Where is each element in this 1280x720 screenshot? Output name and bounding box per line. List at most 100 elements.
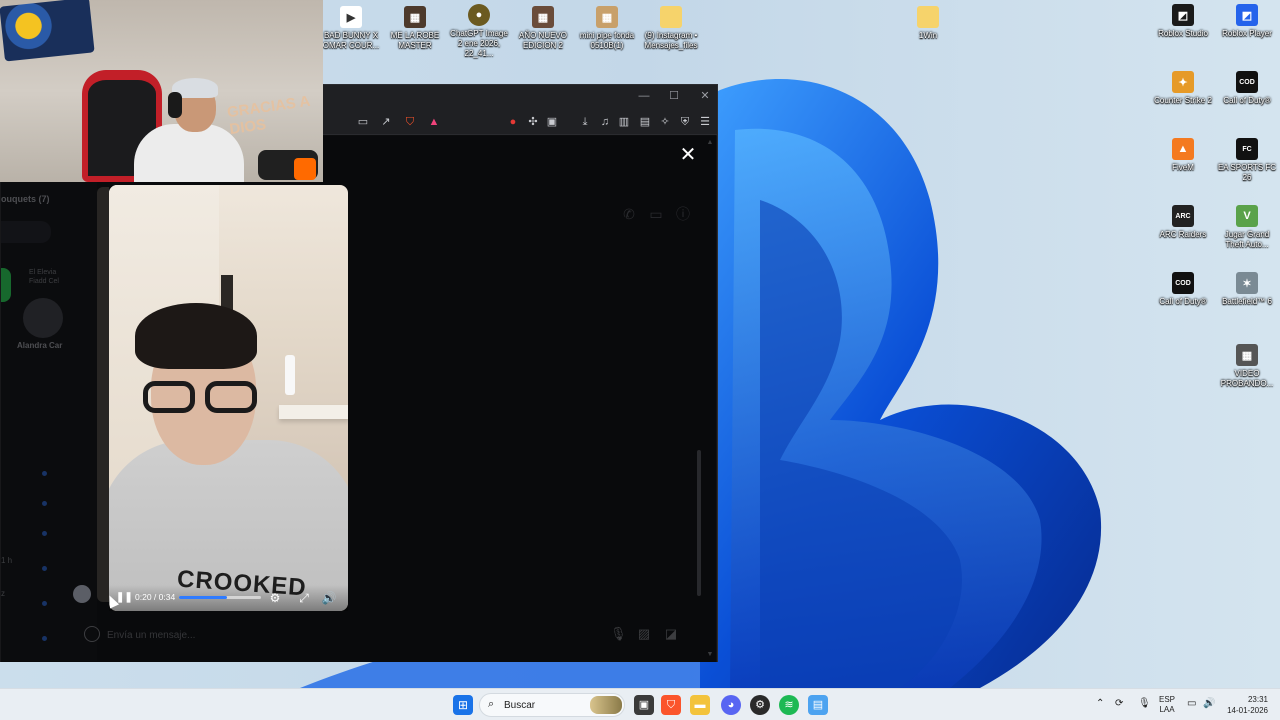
call-of-duty-icon: COD [1172, 272, 1194, 294]
previous-media-edge[interactable] [97, 187, 109, 602]
wall-poster [0, 0, 95, 62]
task-view-icon[interactable]: ▣ [634, 695, 654, 715]
close-overlay-button[interactable]: ✕ [678, 145, 698, 165]
headset [168, 92, 182, 118]
cast-icon[interactable]: ▭ [355, 114, 371, 130]
desktop-icon-label: Call of Duty® [1223, 96, 1271, 105]
ea-sports-icon: FC [1236, 138, 1258, 160]
desktop-icon[interactable]: ● ChatGPT Image 2 ene 2026, 22_41... [448, 4, 510, 59]
extensions-icon[interactable]: ✣ [525, 114, 541, 130]
search-highlight-thumb[interactable] [590, 696, 622, 714]
maximize-icon[interactable]: ☐ [667, 89, 681, 103]
brave-browser-icon[interactable]: ⛉ [661, 695, 681, 715]
leo-ai-icon[interactable]: ✧ [657, 114, 673, 130]
desktop-icon[interactable]: FC EA SPORTS FC 26 [1216, 138, 1278, 183]
start-windows-icon[interactable]: ⊞ [453, 695, 473, 715]
desktop-icon[interactable]: ▦ VIDEO PROBANDO... [1216, 344, 1278, 389]
settings-gear-icon[interactable]: ⚙ [267, 590, 283, 606]
desktop-icon[interactable]: 1Win [897, 6, 959, 41]
steam-icon[interactable]: ⚙ [750, 695, 770, 715]
spotify-icon[interactable]: ≋ [779, 695, 799, 715]
desktop-icon-label: Roblox Studio [1158, 29, 1208, 38]
wall-text: GRACIAS A DIOS [226, 92, 311, 139]
desktop-icon[interactable]: COD Call of Duty® [1216, 71, 1278, 106]
language-indicator[interactable]: ESP LAA [1159, 695, 1175, 715]
minimize-icon[interactable]: — [637, 89, 651, 103]
fivem-icon: ▲ [1172, 138, 1194, 160]
taskbar-search[interactable]: ⌕ [479, 693, 625, 717]
file-explorer-icon[interactable]: ▬ [690, 695, 710, 715]
desktop-icon[interactable]: ▦ AÑO NUEVO EDICION 2 [512, 6, 574, 51]
show-hidden-icons-icon[interactable]: ⌃ [1096, 698, 1104, 709]
desktop-icon[interactable]: ✦ Counter Strike 2 [1152, 71, 1214, 106]
wallet-icon[interactable]: ▤ [637, 114, 653, 130]
streamer-shirt [134, 124, 244, 182]
webcam-overlay: GRACIAS A DIOS [0, 0, 323, 182]
desktop-icon[interactable]: ◩ Roblox Player [1216, 4, 1278, 39]
video-file-icon: ▶ [340, 6, 362, 28]
desktop-icon[interactable]: ARC ARC Raiders [1152, 205, 1214, 240]
brave-shields-icon[interactable]: ⛉ [402, 114, 418, 130]
desktop-icon[interactable]: ◩ Roblox Studio [1152, 4, 1214, 39]
sync-icon[interactable]: ⟳ [1115, 698, 1123, 709]
microphone-tray-icon[interactable]: 🎙 [1138, 698, 1151, 709]
desktop-icon-label: FiveM [1172, 163, 1194, 172]
desktop-icon[interactable]: V Jugar Grand Theft Auto... [1216, 205, 1278, 250]
counter-strike-icon: ✦ [1172, 71, 1194, 93]
desktop-icon-label: Battlefield™ 6 [1222, 297, 1272, 306]
search-input[interactable] [504, 697, 584, 713]
image-file-icon: ▦ [596, 6, 618, 28]
battlefield-icon: ✶ [1236, 272, 1258, 294]
desktop-icon-label: ME LA ROBE MASTER [390, 31, 440, 50]
volume-icon[interactable]: 🔊 [321, 590, 337, 606]
desktop-icon-label: VIDEO PROBANDO... [1220, 369, 1274, 388]
clock-date: 14-01-2026 [1227, 706, 1268, 715]
music-icon[interactable]: ♫ [597, 114, 613, 130]
arc-raiders-icon: ARC [1172, 205, 1194, 227]
record-icon[interactable]: ● [505, 114, 521, 130]
keyboard-layout: LAA [1159, 705, 1175, 714]
desktop-icon-label: EA SPORTS FC 26 [1217, 163, 1277, 182]
desktop-icon[interactable]: ▦ mini pipe fonda 0510B(1) [576, 6, 638, 51]
video-controls: ❚❚ 0:20 / 0:34 ⚙ ⤢ 🔊 [109, 585, 348, 611]
sidebar-icon[interactable]: ▥ [616, 114, 632, 130]
image-file-icon: ● [468, 4, 490, 26]
desktop-icon-label: (9) Instagram • Mensajes_files [644, 31, 698, 50]
brave-rewards-icon[interactable]: ▲ [426, 114, 442, 130]
share-icon[interactable]: ↗ [378, 114, 394, 130]
fullscreen-icon[interactable]: ⤢ [296, 590, 312, 606]
menu-icon[interactable]: ☰ [697, 114, 713, 130]
video-file-icon: ▦ [532, 6, 554, 28]
desktop-icon[interactable]: COD Call of Duty® [1152, 272, 1214, 307]
close-window-icon[interactable]: ✕ [698, 89, 712, 103]
screenshot-icon[interactable]: ▣ [544, 114, 560, 130]
desktop-icon[interactable]: ▶ BAD BUNNY X OMAR COUR... [320, 6, 382, 51]
video-person-glasses [143, 381, 259, 415]
video-person-hair [135, 303, 257, 369]
video-file-icon: ▦ [404, 6, 426, 28]
desktop-icon[interactable]: ▦ ME LA ROBE MASTER [384, 6, 446, 51]
avatar[interactable] [73, 585, 91, 603]
discord-icon[interactable]: ◕ [721, 695, 741, 715]
folder-icon [660, 6, 682, 28]
video-player[interactable]: CROOKED [109, 185, 348, 611]
desktop-icon-label: BAD BUNNY X OMAR COUR... [322, 31, 380, 50]
volume-tray-icon[interactable]: 🔊 [1203, 698, 1215, 709]
vpn-shield-icon[interactable]: ⛨ [677, 114, 693, 130]
desktop-icon-label: AÑO NUEVO EDICION 2 [518, 31, 567, 50]
gta-icon: V [1236, 205, 1258, 227]
desktop-icon[interactable]: (9) Instagram • Mensajes_files [640, 6, 702, 51]
system-clock[interactable]: 23:31 14-01-2026 [1224, 694, 1268, 716]
orange-cup [294, 158, 316, 180]
notepad-icon[interactable]: ▤ [808, 695, 828, 715]
desktop-icon[interactable]: ▲ FiveM [1152, 138, 1214, 173]
folder-icon [917, 6, 939, 28]
language-code: ESP [1159, 695, 1176, 704]
network-icon[interactable]: ▭ [1187, 698, 1196, 709]
video-background-bottle [285, 355, 295, 395]
video-progress-bar[interactable] [179, 596, 261, 599]
desktop-icon-label: ChatGPT Image 2 ene 2026, 22_41... [450, 29, 508, 58]
download-icon[interactable]: ⤓ [577, 114, 593, 130]
desktop-icon-label: mini pipe fonda 0510B(1) [579, 31, 635, 50]
desktop-icon[interactable]: ✶ Battlefield™ 6 [1216, 272, 1278, 307]
